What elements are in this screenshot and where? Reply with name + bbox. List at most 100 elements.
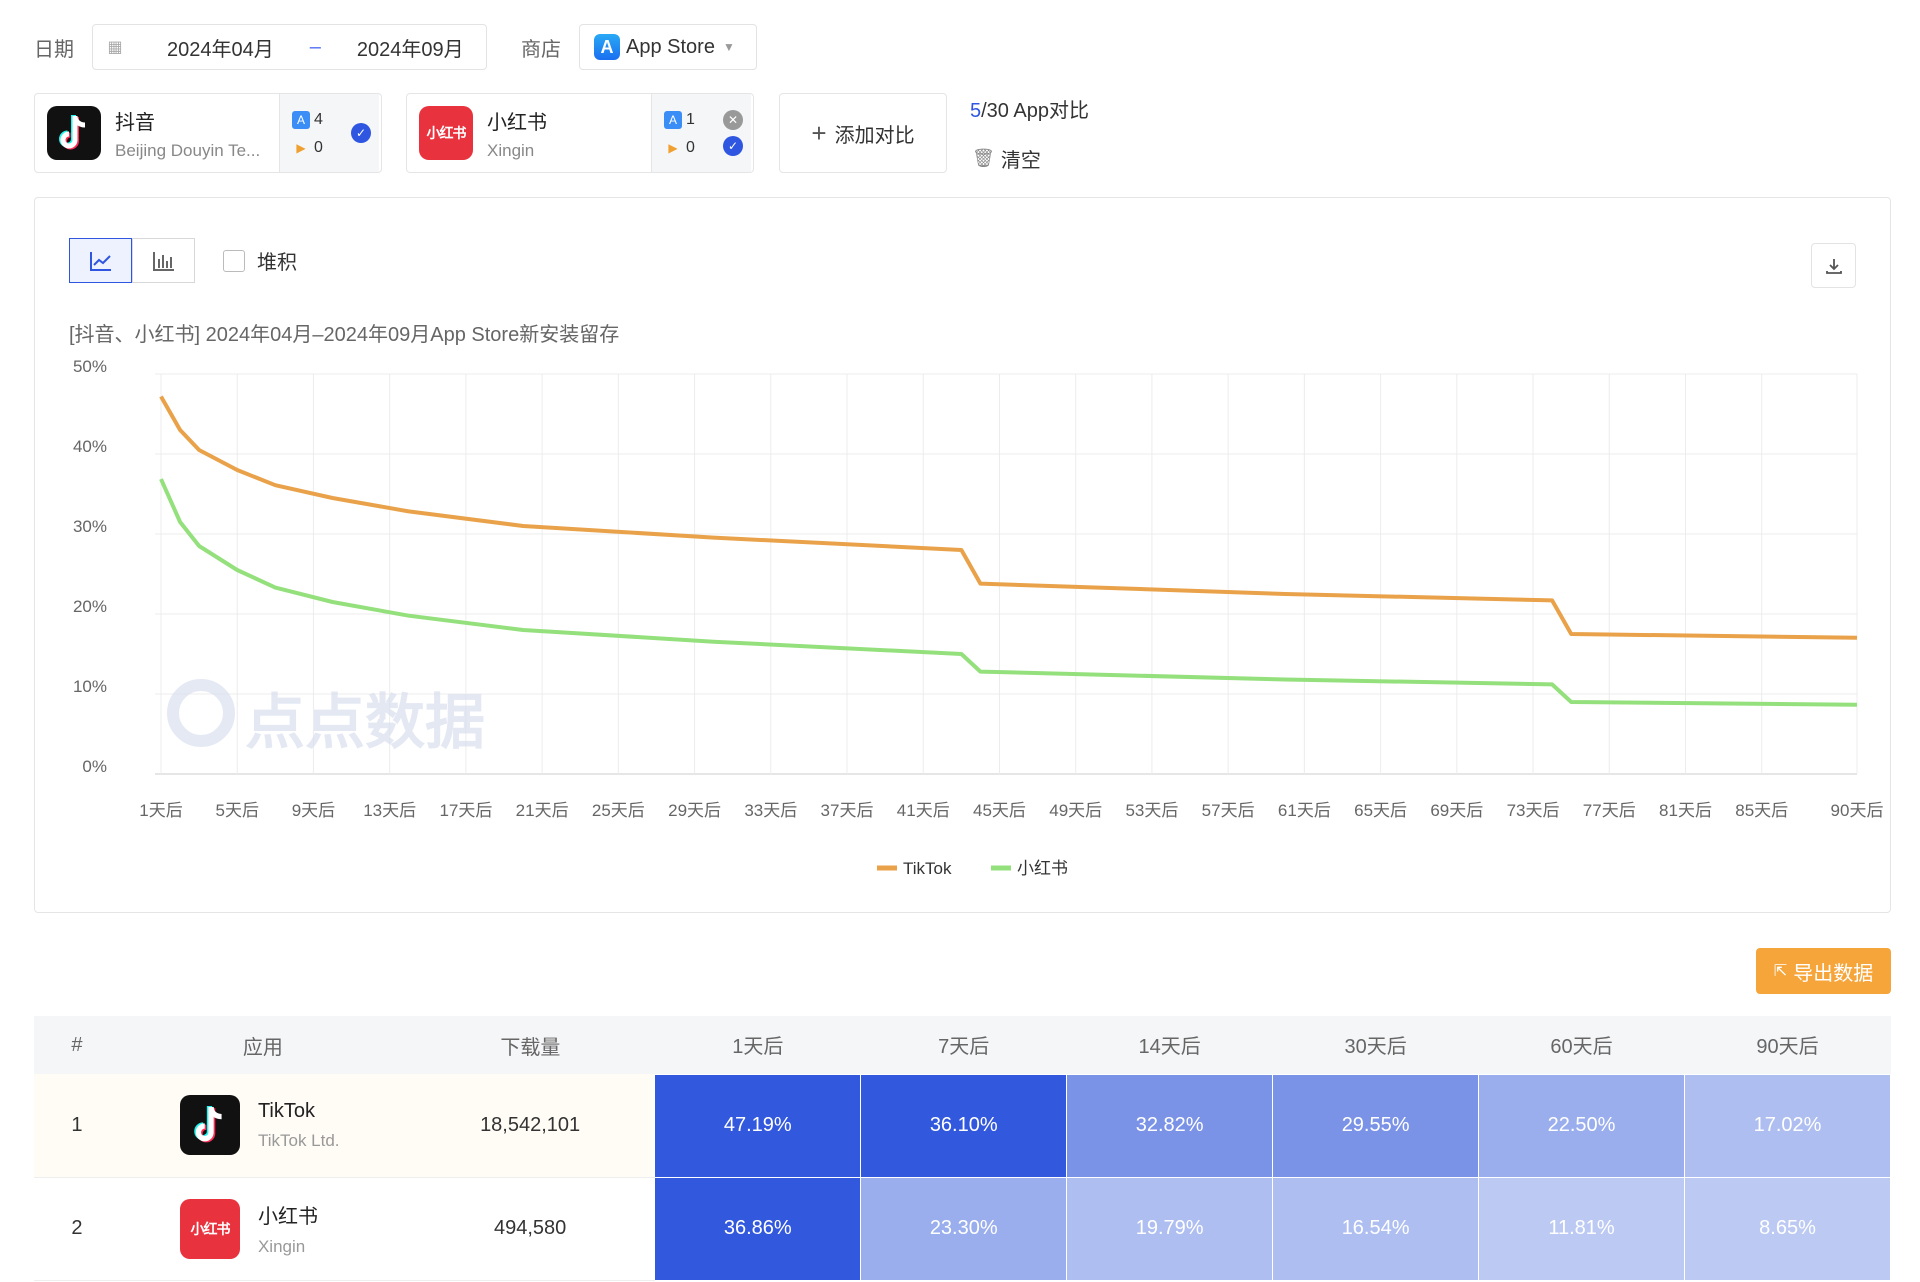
chart-panel: 堆积 [抖音、小红书] 2024年04月–2024年09月App Store新安… <box>34 197 1891 913</box>
date-range-picker[interactable]: ▦ 2024年04月 – 2024年09月 <box>92 24 487 70</box>
app-name: 小红书 <box>257 1206 318 1228</box>
app-cell[interactable]: 小红书 小红书 Xingin <box>119 1177 406 1281</box>
x-tick-label: 13天后 <box>363 801 416 820</box>
app-developer: Xingin <box>257 1237 306 1256</box>
compare-count-total: /30 App对比 <box>981 100 1089 122</box>
date-end[interactable]: 2024年09月 <box>357 33 464 62</box>
x-tick-label: 25天后 <box>592 801 645 820</box>
retention-cell: 17.02% <box>1684 1073 1891 1178</box>
legend-label: TikTok <box>903 859 952 878</box>
app-store-icon: A <box>292 111 310 129</box>
app-name: 抖音 <box>115 111 155 134</box>
export-label: 导出数据 <box>1793 962 1874 985</box>
date-label: 日期 <box>34 38 74 61</box>
retention-cell: 11.81% <box>1478 1176 1686 1281</box>
app-store-icon: A <box>664 111 682 129</box>
app-name: TikTok <box>257 1099 315 1122</box>
legend-label: 小红书 <box>1017 859 1068 878</box>
app-actions: ✕ ✓ <box>715 94 751 172</box>
app-stats: A4 ▶ 0 <box>279 94 343 172</box>
retention-cell: 29.55% <box>1272 1073 1480 1178</box>
rank: 1 <box>34 1074 120 1178</box>
col-header[interactable]: 下载量 <box>405 1016 655 1074</box>
google-play-icon: ▶ <box>296 141 306 155</box>
col-header[interactable]: 60天后 <box>1478 1016 1685 1074</box>
x-tick-label: 61天后 <box>1278 801 1331 820</box>
store-select[interactable]: A App Store ▼ <box>579 24 757 70</box>
x-tick-label: 90天后 <box>1831 801 1884 820</box>
x-tick-label: 29天后 <box>668 801 721 820</box>
app-card-douyin[interactable]: 抖音 Beijing Douyin Te... A4 ▶ 0 ✓ <box>34 93 382 173</box>
check-icon[interactable]: ✓ <box>351 123 371 143</box>
appstore-count: 4 <box>314 111 323 128</box>
date-separator: – <box>309 35 321 58</box>
appstore-count: 1 <box>686 111 695 128</box>
downloads: 494,580 <box>405 1177 655 1281</box>
x-tick-label: 21天后 <box>516 801 569 820</box>
x-tick-label: 9天后 <box>292 801 335 820</box>
col-header[interactable]: 90天后 <box>1684 1016 1891 1074</box>
app-developer: TikTok Ltd. <box>257 1130 340 1150</box>
x-tick-label: 5天后 <box>215 801 258 820</box>
check-icon[interactable]: ✓ <box>723 136 743 156</box>
retention-cell: 8.65% <box>1684 1176 1891 1281</box>
store-label: 商店 <box>521 38 561 61</box>
clear-label: 清空 <box>1000 150 1041 172</box>
app-actions: ✓ <box>343 94 379 172</box>
col-header[interactable]: 30天后 <box>1272 1016 1479 1074</box>
x-tick-label: 73天后 <box>1507 801 1560 820</box>
xiaohongshu-logo-icon: 小红书 <box>419 106 473 160</box>
close-icon[interactable]: ✕ <box>723 110 743 130</box>
external-link-icon: ⇱ <box>1773 963 1788 980</box>
app-cell[interactable]: TikTok TikTok Ltd. <box>119 1074 406 1178</box>
y-tick-label: 20% <box>73 597 107 616</box>
export-data-button[interactable]: ⇱ 导出数据 <box>1756 948 1891 994</box>
col-header[interactable]: 1天后 <box>654 1016 861 1074</box>
x-tick-label: 85天后 <box>1735 801 1788 820</box>
watermark: 点点数据 <box>245 688 485 758</box>
clear-button[interactable]: 🗑 清空 <box>972 144 1041 173</box>
table-row: 1 TikTok TikTok Ltd. 18,542,101 47.19% 3… <box>34 1073 1891 1178</box>
table-header-row: # 应用 下载量 1天后 7天后 14天后 30天后 60天后 90天后 <box>34 1016 1891 1074</box>
compare-count-current: 5 <box>970 100 982 122</box>
app-store-icon: A <box>594 34 620 60</box>
series-line-TikTok <box>159 395 1858 640</box>
x-tick-label: 1天后 <box>139 801 182 820</box>
google-play-count: 0 <box>314 139 323 156</box>
retention-cell: 19.79% <box>1066 1176 1274 1281</box>
y-tick-label: 10% <box>73 677 107 696</box>
filter-bar: 日期 ▦ 2024年04月 – 2024年09月 商店 A App Store … <box>34 24 757 70</box>
x-tick-label: 37天后 <box>821 801 874 820</box>
plus-icon: + <box>811 118 827 148</box>
retention-table: # 应用 下载量 1天后 7天后 14天后 30天后 60天后 90天后 1 T… <box>34 1016 1891 1281</box>
x-tick-label: 57天后 <box>1202 801 1255 820</box>
x-tick-label: 17天后 <box>439 801 492 820</box>
y-tick-label: 40% <box>73 437 107 456</box>
retention-cell: 32.82% <box>1066 1073 1274 1178</box>
table-row: 2 小红书 小红书 Xingin 494,580 36.86% 23.30% 1… <box>34 1176 1891 1281</box>
x-tick-label: 53天后 <box>1125 801 1178 820</box>
col-header[interactable]: 14天后 <box>1066 1016 1273 1074</box>
x-tick-label: 65天后 <box>1354 801 1407 820</box>
x-tick-label: 81天后 <box>1659 801 1712 820</box>
retention-line-chart: 0% 10% 20% 30% 40% 50% 1天后 5天后 9天后 13天后 17天后 21天后 25… <box>73 357 1884 878</box>
google-play-count: 0 <box>686 139 695 156</box>
retention-cell: 36.86% <box>654 1176 862 1281</box>
app-stats: A1 ▶ 0 <box>651 94 715 172</box>
col-header: # <box>34 1016 120 1074</box>
compare-count: 5/30 App对比 <box>970 94 1089 123</box>
add-compare-button[interactable]: + 添加对比 <box>779 93 947 173</box>
rank: 2 <box>34 1177 120 1281</box>
add-compare-label: 添加对比 <box>834 124 915 147</box>
y-tick-label: 30% <box>73 517 107 536</box>
app-developer: Xingin <box>487 140 535 160</box>
x-tick-label: 77天后 <box>1583 801 1636 820</box>
downloads: 18,542,101 <box>405 1074 655 1178</box>
tiktok-logo-icon <box>179 1095 240 1156</box>
chevron-down-icon: ▼ <box>722 40 735 54</box>
date-start[interactable]: 2024年04月 <box>167 33 274 62</box>
retention-cell: 16.54% <box>1272 1176 1480 1281</box>
col-header[interactable]: 7天后 <box>860 1016 1067 1074</box>
app-card-xiaohongshu[interactable]: 小红书 小红书 Xingin A1 ▶ 0 ✕ ✓ <box>406 93 754 173</box>
x-tick-label: 41天后 <box>897 801 950 820</box>
